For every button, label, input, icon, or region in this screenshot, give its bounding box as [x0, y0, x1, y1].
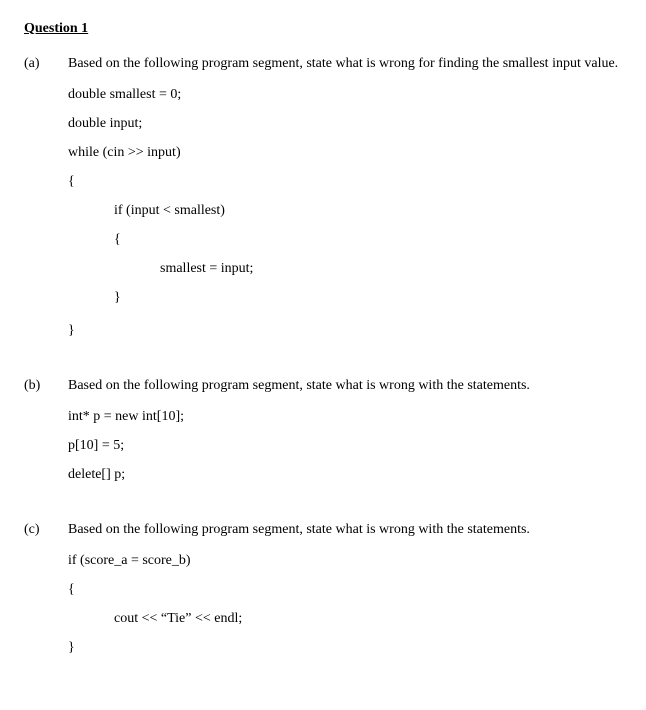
part-b-prompt: Based on the following program segment, …	[68, 375, 622, 396]
code-line: if (input < smallest)	[68, 200, 622, 221]
part-a: (a) Based on the following program segme…	[24, 53, 622, 349]
part-a-label: (a)	[24, 53, 68, 349]
part-c-prompt: Based on the following program segment, …	[68, 519, 622, 540]
question-title: Question 1	[24, 18, 622, 39]
code-line: p[10] = 5;	[68, 435, 622, 456]
code-line: }	[68, 287, 622, 308]
part-b: (b) Based on the following program segme…	[24, 375, 622, 493]
part-a-content: Based on the following program segment, …	[68, 53, 622, 349]
part-b-content: Based on the following program segment, …	[68, 375, 622, 493]
code-line: if (score_a = score_b)	[68, 550, 622, 571]
code-line: delete[] p;	[68, 464, 622, 485]
code-line: double input;	[68, 113, 622, 134]
code-line: }	[68, 637, 622, 658]
part-a-prompt: Based on the following program segment, …	[68, 53, 622, 74]
code-line: smallest = input;	[68, 258, 622, 279]
code-line: }	[68, 320, 622, 341]
code-line: while (cin >> input)	[68, 142, 622, 163]
code-line: {	[68, 579, 622, 600]
part-c-label: (c)	[24, 519, 68, 666]
part-b-label: (b)	[24, 375, 68, 493]
part-c-content: Based on the following program segment, …	[68, 519, 622, 666]
code-line: int* p = new int[10];	[68, 406, 622, 427]
code-line: cout << “Tie” << endl;	[68, 608, 622, 629]
code-line: double smallest = 0;	[68, 84, 622, 105]
code-line: {	[68, 229, 622, 250]
part-c: (c) Based on the following program segme…	[24, 519, 622, 666]
code-line: {	[68, 171, 622, 192]
